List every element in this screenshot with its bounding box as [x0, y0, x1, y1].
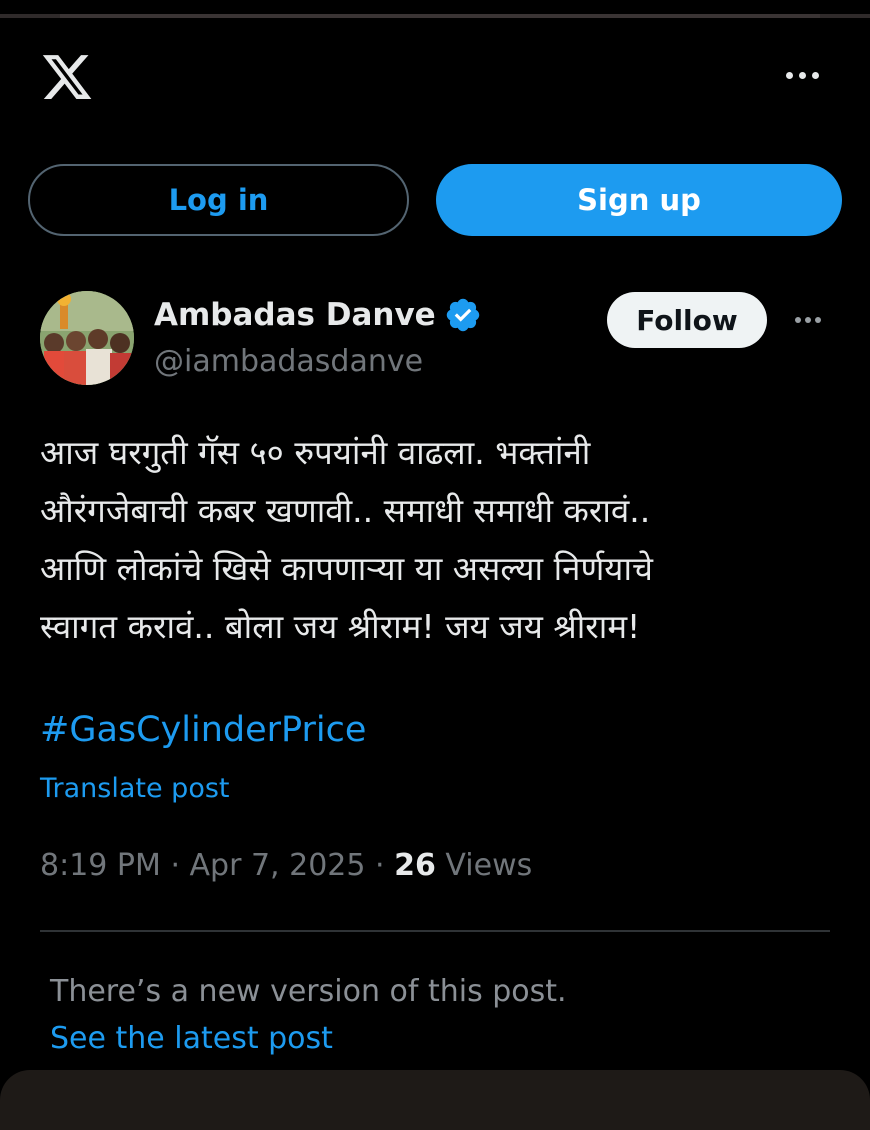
more-options-icon[interactable] [780, 60, 824, 90]
status-bar-area [0, 0, 870, 22]
new-version-notice: There’s a new version of this post. [50, 974, 567, 1009]
dot-shape [795, 317, 801, 323]
see-latest-post-link[interactable]: See the latest post [50, 1021, 333, 1056]
dot-shape [811, 71, 819, 79]
tweet-text-line: स्वागत करावं.. बोला जय श्रीराम! जय जय श्… [40, 607, 641, 646]
author-handle[interactable]: @iambadasdanve [154, 344, 423, 379]
divider [40, 930, 830, 932]
tweet-text: आज घरगुती गॅस ५० रुपयांनी वाढला. भक्तांन… [40, 424, 840, 656]
translate-post-link[interactable]: Translate post [40, 773, 230, 804]
author-name-text: Ambadas Danve [154, 297, 436, 333]
tweet-text-line: आज घरगुती गॅस ५० रुपयांनी वाढला. भक्तांन… [40, 433, 591, 472]
views-label: Views [445, 848, 533, 883]
login-button[interactable]: Log in [28, 164, 409, 236]
top-edge-line-highlight [60, 14, 820, 18]
tweet-meta: 8:19 PM · Apr 7, 2025 · 26 Views [40, 848, 532, 883]
tweet-time[interactable]: 8:19 PM [40, 848, 161, 883]
verified-badge-icon [446, 298, 479, 332]
follow-button[interactable]: Follow [607, 292, 767, 348]
views-count: 26 [394, 848, 436, 883]
signup-button[interactable]: Sign up [436, 164, 842, 236]
hashtag-link[interactable]: #GasCylinderPrice [40, 710, 366, 750]
dot-shape [798, 71, 806, 79]
tweet-more-options-icon[interactable] [788, 306, 828, 334]
tweet-text-line: औरंगजेबाची कबर खणावी.. समाधी समाधी करावं… [40, 491, 651, 530]
bottom-sheet [0, 1070, 870, 1130]
meta-separator: · [375, 848, 385, 883]
meta-separator: · [170, 848, 180, 883]
dot-shape [785, 71, 793, 79]
dot-shape [805, 317, 811, 323]
avatar-photo-icon [40, 291, 134, 385]
x-logo-icon[interactable] [40, 50, 94, 104]
dot-shape [815, 317, 821, 323]
author-name[interactable]: Ambadas Danve [154, 296, 482, 334]
tweet-date[interactable]: Apr 7, 2025 [190, 848, 366, 883]
tweet-text-line: आणि लोकांचे खिसे कापणाऱ्या या असल्या निर… [40, 549, 653, 588]
avatar[interactable] [40, 291, 134, 385]
